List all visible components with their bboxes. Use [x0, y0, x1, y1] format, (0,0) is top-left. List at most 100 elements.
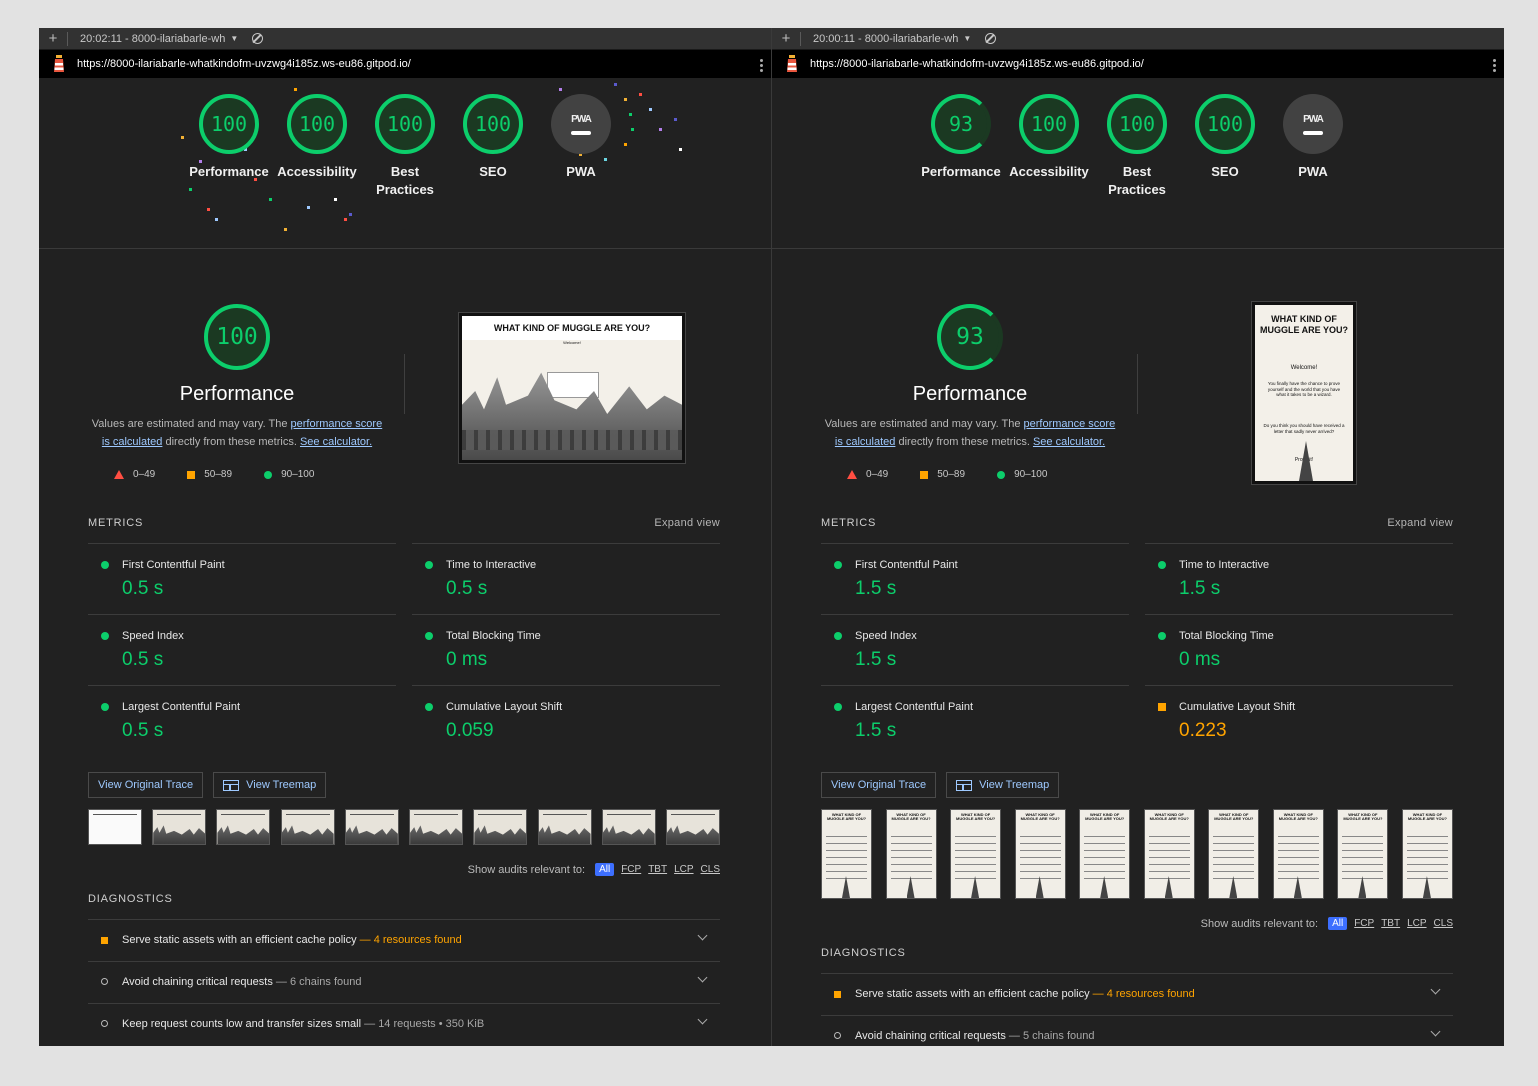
- view-treemap-button[interactable]: View Treemap: [213, 772, 327, 798]
- filmstrip-frame[interactable]: WHAT KIND OF MUGGLE ARE YOU?: [1208, 809, 1260, 899]
- view-original-trace-button[interactable]: View Original Trace: [821, 772, 937, 798]
- final-screenshot[interactable]: WHAT KIND OF MUGGLE ARE YOU? Welcome!: [459, 313, 685, 463]
- gauge-pwa[interactable]: PWA PWA: [539, 94, 623, 181]
- gauge-best-practices[interactable]: 100 Best Practices: [363, 94, 447, 199]
- filmstrip-frame[interactable]: WHAT KIND OF MUGGLE ARE YOU?: [950, 809, 1002, 899]
- performance-description: Values are estimated and may vary. The p…: [91, 418, 383, 448]
- gauge-score: 100: [199, 94, 259, 154]
- filter-lcp[interactable]: LCP: [674, 864, 693, 875]
- filter-fcp[interactable]: FCP: [621, 864, 641, 875]
- filmstrip-frame[interactable]: WHAT KIND OF MUGGLE ARE YOU?: [1014, 809, 1066, 899]
- filmstrip-frame[interactable]: WHAT KIND OF MUGGLE ARE YOU?: [885, 809, 937, 899]
- gauge-best-practices[interactable]: 100 Best Practices: [1095, 94, 1179, 199]
- audit-avoid-chaining-critical-requests[interactable]: Avoid chaining critical requests — 5 cha…: [821, 1015, 1453, 1046]
- metric-value: 1.5 s: [855, 578, 897, 599]
- gauge-pwa[interactable]: PWA PWA: [1271, 94, 1355, 181]
- confetti-piece: [181, 136, 184, 139]
- chevron-down-icon[interactable]: [697, 1014, 708, 1025]
- tab-dropdown-icon[interactable]: ▼: [230, 34, 238, 43]
- filter-lcp[interactable]: LCP: [1407, 918, 1426, 929]
- tab-title[interactable]: 20:00:11 - 8000-ilariabarle-wh: [813, 33, 958, 45]
- gauge-label: Performance: [189, 164, 269, 179]
- filmstrip-frame[interactable]: [280, 809, 335, 845]
- metric-largest-contentful-paint: Largest Contentful Paint 1.5 s: [821, 685, 1129, 756]
- filmstrip-frame[interactable]: [152, 809, 207, 845]
- view-original-trace-button[interactable]: View Original Trace: [88, 772, 204, 798]
- filter-fcp[interactable]: FCP: [1354, 918, 1374, 929]
- filmstrip-frame[interactable]: [216, 809, 271, 845]
- metric-time-to-interactive: Time to Interactive 1.5 s: [1145, 543, 1453, 614]
- filmstrip-frame[interactable]: WHAT KIND OF MUGGLE ARE YOU?: [1337, 809, 1389, 899]
- confetti-piece: [307, 206, 310, 209]
- filter-tbt[interactable]: TBT: [648, 864, 667, 875]
- filmstrip-frame[interactable]: [601, 809, 656, 845]
- gauge-seo[interactable]: 100 SEO: [451, 94, 535, 181]
- more-options-icon[interactable]: [1493, 57, 1496, 74]
- calculator-link[interactable]: See calculator.: [300, 436, 372, 448]
- expand-view-toggle[interactable]: Expand view: [654, 517, 720, 529]
- pass-circle-icon: [834, 561, 842, 569]
- filmstrip-frame[interactable]: WHAT KIND OF MUGGLE ARE YOU?: [1143, 809, 1195, 899]
- confetti-piece: [631, 128, 634, 131]
- filter-all[interactable]: All: [595, 863, 615, 876]
- filter-cls[interactable]: CLS: [1434, 918, 1453, 929]
- gauge-score: 100: [375, 94, 435, 154]
- new-tab-button[interactable]: +: [39, 30, 67, 47]
- metrics-row: Largest Contentful Paint 1.5 s Cumulative …: [821, 685, 1453, 756]
- gauge-performance[interactable]: 93 Performance: [919, 94, 1003, 181]
- chevron-down-icon[interactable]: [1430, 984, 1441, 995]
- metric-name: Total Blocking Time: [1179, 630, 1274, 642]
- filmstrip-frame[interactable]: [88, 809, 142, 845]
- metric-name: Cumulative Layout Shift: [446, 701, 563, 713]
- tab-separator: [800, 31, 801, 46]
- tab-dropdown-icon[interactable]: ▼: [963, 34, 971, 43]
- filmstrip-frame[interactable]: [537, 809, 592, 845]
- tab-title[interactable]: 20:02:11 - 8000-ilariabarle-wh: [80, 33, 225, 45]
- more-options-icon[interactable]: [760, 57, 763, 74]
- page-url[interactable]: https://8000-ilariabarle-whatkindofm-uvz…: [810, 58, 1144, 70]
- chevron-down-icon[interactable]: [697, 930, 708, 941]
- app-window: + 20:02:11 - 8000-ilariabarle-wh ▼ https…: [39, 28, 1504, 1046]
- clear-block-icon[interactable]: [985, 33, 997, 44]
- tab-separator: [67, 31, 68, 46]
- metric-name: Speed Index: [855, 630, 917, 642]
- gauge-accessibility[interactable]: 100 Accessibility: [275, 94, 359, 181]
- audit-keep-request-counts-low-and-transfer-sizes-small[interactable]: Keep request counts low and transfer siz…: [88, 1003, 720, 1046]
- gauge-label: Accessibility: [1009, 164, 1089, 179]
- final-screenshot[interactable]: WHAT KIND OF MUGGLE ARE YOU? Welcome! Yo…: [1252, 302, 1356, 484]
- metric-name: Cumulative Layout Shift: [1179, 701, 1296, 713]
- filmstrip-frame[interactable]: WHAT KIND OF MUGGLE ARE YOU?: [1401, 809, 1453, 899]
- metric-name: First Contentful Paint: [122, 559, 225, 571]
- filmstrip-frame[interactable]: WHAT KIND OF MUGGLE ARE YOU?: [821, 809, 872, 899]
- new-tab-button[interactable]: +: [772, 30, 800, 47]
- screenshot-title: WHAT KIND OF MUGGLE ARE YOU?: [493, 323, 651, 333]
- metric-value: 0.5 s: [446, 578, 488, 599]
- calculator-link[interactable]: See calculator.: [1033, 436, 1105, 448]
- screenshot-welcome: Welcome!: [1290, 365, 1318, 371]
- filter-cls[interactable]: CLS: [701, 864, 720, 875]
- audit-avoid-chaining-critical-requests[interactable]: Avoid chaining critical requests — 6 cha…: [88, 961, 720, 1004]
- metric-speed-index: Speed Index 0.5 s: [88, 614, 396, 685]
- gauge-seo[interactable]: 100 SEO: [1183, 94, 1267, 181]
- page-url[interactable]: https://8000-ilariabarle-whatkindofm-uvz…: [77, 58, 411, 70]
- filter-all[interactable]: All: [1328, 917, 1348, 930]
- filmstrip-frame[interactable]: WHAT KIND OF MUGGLE ARE YOU?: [1079, 809, 1131, 899]
- expand-view-toggle[interactable]: Expand view: [1387, 517, 1453, 529]
- audit-serve-static-assets-with-an-efficient-cache-policy[interactable]: Serve static assets with an efficient ca…: [88, 919, 720, 962]
- filter-tbt[interactable]: TBT: [1381, 918, 1400, 929]
- chevron-down-icon[interactable]: [1430, 1026, 1441, 1037]
- filmstrip-frame[interactable]: WHAT KIND OF MUGGLE ARE YOU?: [1272, 809, 1324, 899]
- metric-largest-contentful-paint: Largest Contentful Paint 0.5 s: [88, 685, 396, 756]
- filmstrip-frame[interactable]: [409, 809, 464, 845]
- clear-block-icon[interactable]: [252, 33, 264, 44]
- filmstrip-frame[interactable]: [344, 809, 399, 845]
- filmstrip-frame[interactable]: [473, 809, 528, 845]
- view-treemap-button[interactable]: View Treemap: [946, 772, 1060, 798]
- chevron-down-icon[interactable]: [697, 972, 708, 983]
- pwa-badge-icon: PWA: [1283, 94, 1343, 154]
- metrics-header: METRICS Expand view: [88, 517, 720, 529]
- audit-serve-static-assets-with-an-efficient-cache-policy[interactable]: Serve static assets with an efficient ca…: [821, 973, 1453, 1016]
- filmstrip-frame[interactable]: [665, 809, 720, 845]
- gauge-accessibility[interactable]: 100 Accessibility: [1007, 94, 1091, 181]
- gauge-performance[interactable]: 100 Performance: [187, 94, 271, 181]
